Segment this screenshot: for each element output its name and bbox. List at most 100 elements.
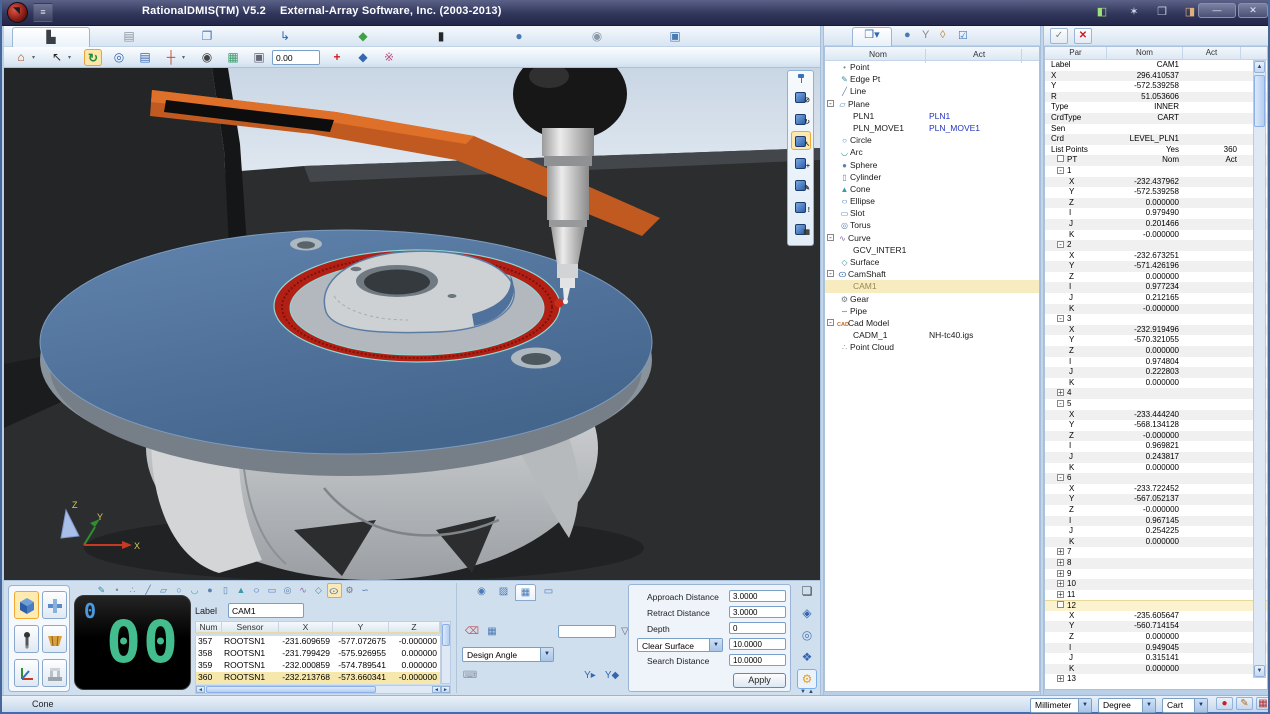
expand-icon[interactable]: + (1057, 675, 1064, 682)
chevron-down-icon[interactable] (1194, 699, 1207, 712)
tree-item-point[interactable]: •Point (825, 61, 1039, 73)
chevron-down-icon[interactable] (1142, 699, 1155, 712)
sensor-row-357[interactable]: 357ROOTSN1-231.609659-577.072675-0.00000… (196, 636, 440, 648)
pen-note-icon[interactable]: ✎ (1236, 697, 1253, 710)
property-row[interactable]: J0.222803 (1045, 367, 1267, 378)
tab-grid[interactable]: ▦ (515, 584, 536, 601)
tree-item-gcv-inter1[interactable]: GCV_INTER1 (825, 244, 1039, 256)
chevron-down-icon[interactable]: ▾ (68, 54, 71, 61)
circle-icon[interactable]: ○ (172, 583, 187, 598)
sphere-icon[interactable]: ● (203, 583, 218, 598)
pin-icon[interactable] (797, 74, 805, 83)
minimize-button[interactable]: — (1198, 3, 1236, 18)
property-row[interactable]: X-233.444240 (1045, 410, 1267, 421)
ribbon-tab-layout[interactable]: ❐ (168, 27, 246, 47)
expand-icon[interactable]: - (827, 319, 834, 326)
slot-icon[interactable]: ▭ (265, 583, 280, 598)
property-row[interactable]: K-0.000000 (1045, 304, 1267, 315)
property-row[interactable]: Y-571.426196 (1045, 261, 1267, 272)
erase-icon[interactable]: ⌫ (464, 625, 480, 640)
property-row[interactable]: Y-567.052137 (1045, 494, 1267, 505)
property-row[interactable]: Y-560.714154 (1045, 621, 1267, 632)
property-row[interactable]: +4 (1045, 388, 1267, 399)
property-row[interactable]: X-235.605647 (1045, 611, 1267, 622)
target-cross-icon[interactable]: + (328, 49, 346, 66)
offset-value-input[interactable] (272, 50, 320, 65)
search-input[interactable] (729, 654, 786, 666)
axis-cnc-icon[interactable]: ┼ (162, 49, 180, 66)
solid-view-button[interactable] (14, 591, 39, 619)
property-row[interactable]: R51.053606 (1045, 92, 1267, 103)
ribbon-tab-display[interactable]: ▣ (636, 27, 714, 47)
chevron-down-icon[interactable]: ▾ (182, 54, 185, 61)
sensor-row-360[interactable]: 360ROOTSN1-232.213768-573.660341-0.00000… (196, 672, 440, 684)
expand-icon[interactable]: - (1057, 400, 1064, 407)
select-cursor-icon[interactable]: ↖ (48, 49, 66, 66)
probe-play-icon[interactable]: Y▸ (582, 669, 598, 684)
pipe-icon[interactable]: ∽ (358, 583, 373, 598)
tree-item-gear[interactable]: ⚙Gear (825, 293, 1039, 305)
scroll-left-icon[interactable] (196, 686, 205, 693)
tree-item-camshaft[interactable]: -⊙CamShaft (825, 268, 1039, 280)
property-row[interactable]: I0.977234 (1045, 282, 1267, 293)
probe-filter-icon[interactable]: Y (922, 29, 929, 41)
coord-system-combo[interactable]: Cart (1162, 698, 1208, 713)
tree-item-arc[interactable]: ◡Arc (825, 146, 1039, 158)
property-row[interactable]: J0.254225 (1045, 526, 1267, 537)
property-row[interactable]: K0.000000 (1045, 664, 1267, 675)
tree-item-cam1[interactable]: CAM1 (825, 280, 1039, 292)
approach-input[interactable] (729, 590, 786, 602)
property-row[interactable]: I0.949045 (1045, 643, 1267, 654)
sphere-filter-icon[interactable]: ● (904, 29, 911, 41)
tree-item-cad-model[interactable]: -CADCad Model (825, 317, 1039, 329)
view-edit-cube-icon[interactable]: ✎ (791, 175, 811, 194)
view-fit-cube-icon[interactable]: ▦ (791, 219, 811, 238)
expand-icon[interactable]: - (827, 100, 834, 107)
sensor-row-359[interactable]: 359ROOTSN1-232.000859-574.7895410.000000 (196, 660, 440, 672)
ribbon-tab-sphere[interactable]: ● (480, 27, 558, 47)
property-row[interactable]: K0.000000 (1045, 463, 1267, 474)
property-row[interactable]: 12 (1045, 600, 1267, 611)
ribbon-tab-transform[interactable]: ↳ (246, 27, 324, 47)
tree-item-pipe[interactable]: ∽Pipe (825, 305, 1039, 317)
filter-input[interactable] (558, 625, 616, 638)
viewport-3d[interactable]: Z Y X ⊘↻↖+✎!▦ (4, 68, 820, 580)
property-row[interactable]: K-0.000000 (1045, 230, 1267, 241)
property-row[interactable]: J0.212165 (1045, 293, 1267, 304)
ribbon-tab-disc[interactable]: ◉ (558, 27, 636, 47)
grab-cube-icon[interactable]: ❖ (797, 648, 817, 668)
property-row[interactable]: X-232.919496 (1045, 325, 1267, 336)
magnify-cube-icon[interactable]: ◎ (797, 626, 817, 646)
property-row[interactable]: X-232.437962 (1045, 177, 1267, 188)
coordinate-button[interactable] (14, 659, 39, 687)
edit-table-icon[interactable]: ▦ (484, 625, 500, 640)
keyboard-icon[interactable]: ⌨ (462, 669, 478, 684)
toolrack-button[interactable] (42, 625, 67, 653)
property-row[interactable]: Sen (1045, 124, 1267, 135)
tree-item-cadm-1[interactable]: CADM_1NH-tc40.igs (825, 329, 1039, 341)
scroll-down-icon[interactable] (1254, 665, 1265, 677)
property-row[interactable]: +11 (1045, 590, 1267, 601)
system-menu-button[interactable]: ≡ (33, 3, 53, 22)
property-row[interactable]: Z0.000000 (1045, 346, 1267, 357)
fixture-button[interactable] (42, 591, 67, 619)
home-icon[interactable]: ⌂ (12, 49, 30, 66)
accept-button[interactable] (1050, 28, 1068, 44)
tree-item-torus[interactable]: ◎Torus (825, 219, 1039, 231)
snapshot-camera-icon[interactable]: ▣ (250, 49, 268, 66)
torus-icon[interactable]: ◎ (280, 583, 295, 598)
property-row[interactable]: J0.315141 (1045, 653, 1267, 664)
property-row[interactable]: X-232.673251 (1045, 251, 1267, 262)
emergency-stop-icon[interactable]: ● (1216, 697, 1233, 710)
property-row[interactable]: X296.410537 (1045, 71, 1267, 82)
depth-input[interactable] (729, 622, 786, 634)
point-icon[interactable]: • (110, 583, 125, 598)
tab-graph[interactable]: ▨ (493, 584, 514, 601)
cube-check-icon[interactable]: ☑ (958, 29, 968, 42)
basket-icon[interactable]: ◊ (940, 29, 945, 41)
property-row[interactable]: CrdTypeCART (1045, 113, 1267, 124)
property-row[interactable]: -1 (1045, 166, 1267, 177)
render-image-icon[interactable]: ▦ (224, 49, 242, 66)
scroll-right-icon[interactable] (441, 686, 450, 693)
property-row[interactable]: -2 (1045, 240, 1267, 251)
